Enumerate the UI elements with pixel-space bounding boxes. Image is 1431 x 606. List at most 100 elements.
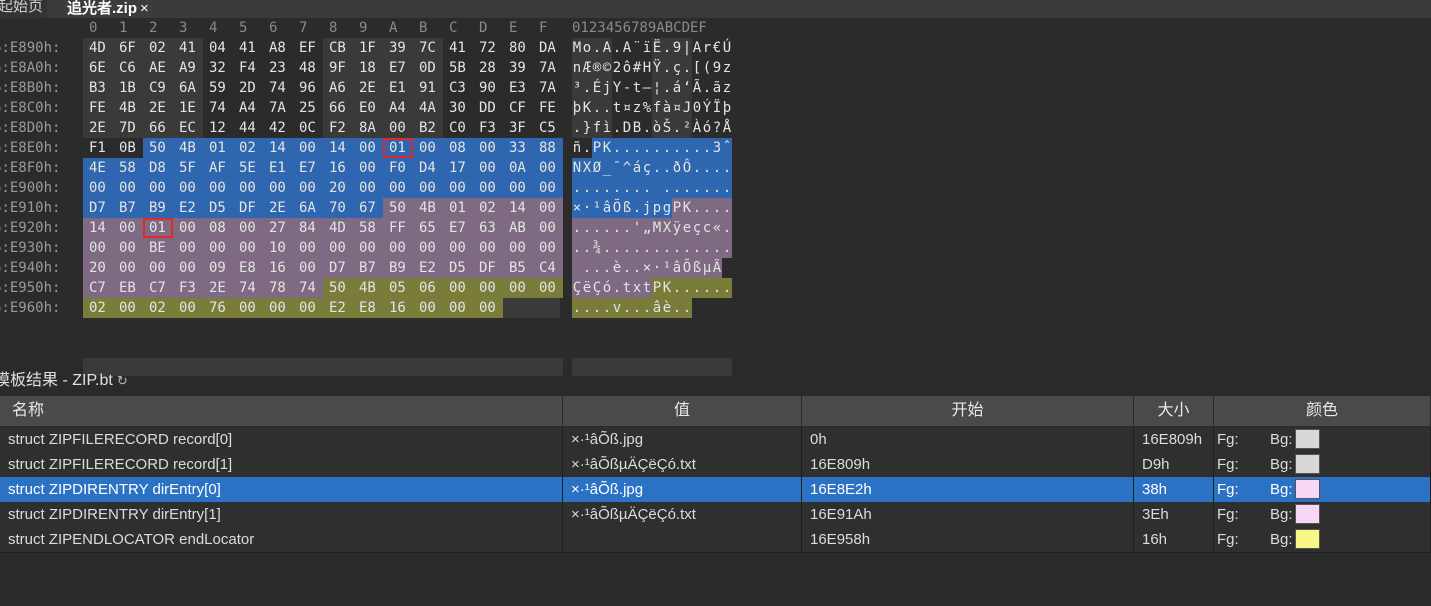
hex-byte[interactable]: 00 [533, 218, 563, 238]
ascii-char[interactable]: r [702, 38, 712, 58]
hex-byte[interactable]: 00 [473, 158, 503, 178]
hex-byte[interactable]: EB [113, 278, 143, 298]
ascii-char[interactable]: . [662, 38, 672, 58]
hex-byte[interactable]: 50 [383, 198, 413, 218]
hex-byte[interactable]: 41 [233, 38, 263, 58]
hex-byte[interactable]: 33 [503, 138, 533, 158]
tab-start-page[interactable]: 起始页 [0, 0, 48, 18]
hex-byte[interactable]: 48 [293, 58, 323, 78]
hex-byte[interactable]: 00 [413, 178, 443, 198]
ascii-char[interactable]: . [642, 238, 652, 258]
ascii-char[interactable]: . [582, 298, 592, 318]
hex-byte[interactable]: 4D [323, 218, 353, 238]
hex-byte[interactable]: 20 [83, 258, 113, 278]
bg-color-swatch[interactable] [1295, 429, 1320, 449]
close-icon[interactable]: × [140, 0, 149, 17]
hex-byte[interactable]: 65 [413, 218, 443, 238]
ascii-char[interactable]: ô [622, 58, 632, 78]
hex-byte[interactable]: 00 [503, 238, 533, 258]
hex-byte[interactable]: 6A [173, 78, 203, 98]
hex-byte[interactable]: 96 [293, 78, 323, 98]
ascii-char[interactable]: ë [582, 278, 592, 298]
hex-byte[interactable]: 7C [413, 38, 443, 58]
ascii-char[interactable]: . [672, 298, 682, 318]
ascii-char[interactable]: . [612, 118, 622, 138]
ascii-char[interactable]: . [592, 38, 602, 58]
hex-byte[interactable]: 02 [473, 198, 503, 218]
ascii-char[interactable] [652, 178, 662, 198]
ascii-char[interactable]: . [592, 178, 602, 198]
hex-byte[interactable]: 6A [293, 198, 323, 218]
hex-byte[interactable]: 00 [143, 178, 173, 198]
ascii-char[interactable]: . [632, 138, 642, 158]
hex-byte[interactable]: 78 [263, 278, 293, 298]
hex-byte[interactable]: EC [173, 118, 203, 138]
ascii-char[interactable]: ã [712, 78, 722, 98]
hex-byte[interactable]: 74 [233, 278, 263, 298]
hex-byte[interactable]: 00 [113, 298, 143, 318]
ascii-char[interactable]: . [662, 58, 672, 78]
hex-byte[interactable]: 12 [203, 118, 233, 138]
hex-byte[interactable]: 02 [83, 298, 113, 318]
ascii-char[interactable]: . [672, 278, 682, 298]
ascii-char[interactable]: c [702, 218, 712, 238]
hex-byte[interactable]: 00 [173, 298, 203, 318]
ascii-char[interactable]: É [592, 78, 602, 98]
ascii-char[interactable]: ï [642, 38, 652, 58]
ascii-char[interactable]: · [652, 258, 662, 278]
hex-byte[interactable]: 23 [263, 58, 293, 78]
ascii-char[interactable]: . [702, 238, 712, 258]
hex-byte[interactable]: 00 [473, 298, 503, 318]
hex-byte[interactable]: 30 [443, 98, 473, 118]
hex-byte[interactable]: DD [473, 98, 503, 118]
hex-byte[interactable]: 2E [263, 198, 293, 218]
ascii-char[interactable]: ^ [622, 158, 632, 178]
hex-row[interactable]: 6:E8E0h:F10B504B010214001400010008003388… [0, 138, 760, 158]
hex-byte[interactable]: A8 [263, 38, 293, 58]
hex-byte[interactable]: CB [323, 38, 353, 58]
ascii-char[interactable]: Y [612, 78, 622, 98]
hex-byte[interactable]: FE [83, 98, 113, 118]
ascii-char[interactable]: Ý [702, 98, 712, 118]
ascii-char[interactable]: ¤ [672, 98, 682, 118]
ascii-char[interactable]: Ë [652, 38, 662, 58]
ascii-char[interactable]: . [612, 238, 622, 258]
refresh-icon[interactable]: ↻ [117, 373, 128, 388]
hex-byte[interactable]: 5E [233, 158, 263, 178]
ascii-char[interactable]: . [702, 138, 712, 158]
hex-byte[interactable]: 2E [353, 78, 383, 98]
ascii-char[interactable]: ÿ [672, 218, 682, 238]
hex-byte[interactable]: B9 [383, 258, 413, 278]
hex-byte[interactable]: 4B [113, 98, 143, 118]
tab-zip-file[interactable]: 追光者.zip × [63, 0, 153, 20]
ascii-char[interactable]: . [602, 98, 612, 118]
hex-byte[interactable]: 00 [293, 258, 323, 278]
hex-byte[interactable]: B2 [413, 118, 443, 138]
ascii-char[interactable]: [ [692, 58, 702, 78]
hex-byte[interactable]: 00 [473, 238, 503, 258]
ascii-char[interactable]: P [672, 198, 682, 218]
hex-byte[interactable]: 74 [293, 278, 323, 298]
hex-byte[interactable]: E2 [323, 298, 353, 318]
ascii-char[interactable]: . [662, 178, 672, 198]
hex-byte[interactable]: A6 [323, 78, 353, 98]
ascii-char[interactable]: ‘ [682, 78, 692, 98]
ascii-char[interactable]: | [682, 38, 692, 58]
hex-byte[interactable]: 58 [113, 158, 143, 178]
hex-byte[interactable]: 67 [353, 198, 383, 218]
ascii-char[interactable]: . [682, 138, 692, 158]
ascii-char[interactable]: . [672, 138, 682, 158]
ascii-char[interactable]: . [592, 298, 602, 318]
ascii-char[interactable]: . [652, 238, 662, 258]
ascii-char[interactable]: # [632, 58, 642, 78]
ascii-char[interactable]: . [672, 178, 682, 198]
ascii-char[interactable]: 9 [672, 38, 682, 58]
hex-editor[interactable]: 0123456789ABCDEF0123456789ABCDEF 6:E890h… [0, 18, 1431, 376]
hex-byte[interactable]: 00 [353, 178, 383, 198]
ascii-char[interactable]: P [592, 138, 602, 158]
hex-byte[interactable]: C4 [533, 258, 563, 278]
ascii-char[interactable]: . [572, 298, 582, 318]
hex-byte[interactable]: 00 [533, 238, 563, 258]
hex-byte[interactable]: 00 [293, 138, 323, 158]
hex-byte[interactable]: 00 [473, 178, 503, 198]
